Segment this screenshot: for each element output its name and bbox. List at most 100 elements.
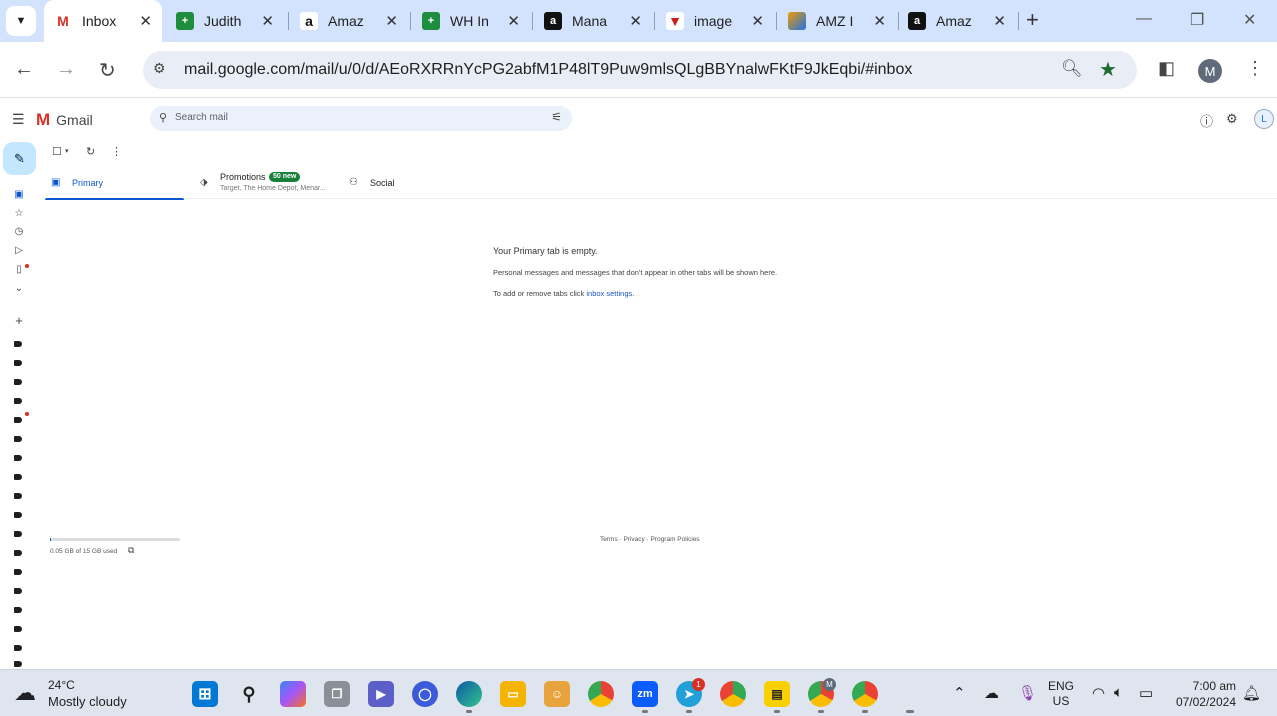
tab-image[interactable]: ▼ image ✕ — [656, 6, 774, 36]
close-icon[interactable]: ✕ — [139, 12, 152, 30]
snoozed-clock-icon[interactable]: ◷ — [13, 226, 25, 238]
cloud-weather-icon[interactable]: ☁ — [14, 680, 36, 706]
label-icon[interactable] — [14, 379, 22, 385]
label-icon[interactable] — [14, 588, 22, 594]
label-icon[interactable] — [14, 607, 22, 613]
close-icon[interactable]: ✕ — [873, 12, 886, 30]
start-icon[interactable]: ⊞ — [192, 681, 218, 707]
close-icon[interactable]: ✕ — [507, 12, 520, 30]
teams-meet-icon[interactable]: ▶ — [368, 681, 394, 707]
tab-inbox[interactable]: M Inbox ✕ — [44, 0, 162, 42]
label-icon[interactable] — [14, 661, 22, 667]
create-label-icon[interactable]: + — [13, 314, 25, 327]
more-chevron-icon[interactable]: ⌄ — [13, 283, 25, 295]
bookmark-star-icon[interactable]: ★ — [1099, 57, 1117, 82]
show-hidden-icons-icon[interactable]: ⌃ — [953, 684, 966, 702]
label-icon[interactable] — [14, 550, 22, 556]
forward-arrow-icon[interactable]: → — [56, 58, 76, 81]
zoom-icon[interactable]: 🔍︎ — [1061, 59, 1083, 79]
label-icon[interactable] — [14, 455, 22, 461]
label-icon[interactable] — [14, 474, 22, 480]
tab-wh-inventory[interactable]: + WH In ✕ — [412, 6, 530, 36]
tab-amazon[interactable]: a Amaz ✕ — [290, 6, 408, 36]
volume-icon[interactable]: 🔈︎ — [1114, 684, 1123, 701]
url-text[interactable]: mail.google.com/mail/u/0/d/AEoRXRRnYcPG2… — [184, 61, 912, 79]
close-icon[interactable]: ✕ — [261, 12, 274, 30]
label-icon[interactable] — [14, 626, 22, 632]
refresh-icon[interactable]: ↻ — [86, 145, 95, 158]
label-icon[interactable] — [14, 531, 22, 537]
microphone-icon[interactable]: 🎙︎ — [1018, 684, 1037, 702]
sticky-notes-icon[interactable]: ▤ — [764, 681, 790, 707]
select-all-checkbox-icon[interactable]: ☐ — [52, 145, 62, 158]
tab-manage[interactable]: a Mana ✕ — [534, 6, 652, 36]
label-icon[interactable] — [14, 398, 22, 404]
new-tab-button[interactable]: + — [1026, 9, 1039, 31]
label-icon[interactable] — [14, 436, 22, 442]
weather-description[interactable]: Mostly cloudy — [48, 694, 127, 709]
label-icon[interactable] — [14, 512, 22, 518]
more-actions-icon[interactable]: ⋮ — [111, 145, 122, 158]
back-arrow-icon[interactable]: ← — [14, 58, 34, 81]
tab-promotions[interactable]: ⬗ Promotions 50 new Target, The Home Dep… — [194, 167, 340, 199]
label-icon[interactable] — [14, 417, 22, 423]
weather-temperature[interactable]: 24°C — [48, 678, 75, 692]
close-icon[interactable]: ✕ — [751, 12, 764, 30]
account-avatar[interactable]: L — [1254, 109, 1274, 129]
label-icon[interactable] — [14, 569, 22, 575]
search-taskbar-icon[interactable]: ⚲ — [236, 681, 262, 707]
tab-social[interactable]: ⚇ Social — [343, 167, 483, 199]
footer-links[interactable]: Terms · Privacy · Program Policies — [600, 536, 700, 543]
gmail-logo[interactable]: M Gmail — [36, 110, 93, 130]
tab-search-button[interactable]: ▼ — [6, 6, 36, 36]
inbox-settings-link[interactable]: inbox settings — [586, 289, 632, 298]
site-settings-icon[interactable]: ⚙ — [153, 60, 173, 80]
select-dropdown-icon[interactable]: ▾ — [65, 147, 69, 155]
game-app-icon[interactable]: ☺ — [544, 681, 570, 707]
file-explorer-icon[interactable]: ▭ — [500, 681, 526, 707]
inbox-icon[interactable]: ▣ — [13, 189, 25, 201]
more-menu-icon[interactable]: ⋮ — [1246, 58, 1264, 79]
signal-app-icon[interactable]: ◯ — [412, 681, 438, 707]
close-icon[interactable]: ✕ — [993, 12, 1006, 30]
label-icon[interactable] — [14, 493, 22, 499]
address-bar[interactable]: ⚙ mail.google.com/mail/u/0/d/AEoRXRRnYcP… — [143, 51, 1137, 89]
wifi-icon[interactable]: ◠ — [1092, 684, 1105, 702]
restore-icon[interactable]: ❐ — [1190, 10, 1204, 30]
hamburger-menu-icon[interactable]: ☰ — [12, 111, 25, 128]
sent-icon[interactable]: ▷ — [13, 245, 25, 257]
close-icon[interactable]: ✕ — [385, 12, 398, 30]
battery-icon[interactable]: ▭ — [1139, 684, 1153, 702]
minimize-icon[interactable]: — — [1136, 10, 1152, 28]
chrome-canary-icon[interactable] — [720, 681, 746, 707]
search-icon[interactable]: ⚲ — [159, 111, 167, 124]
search-input[interactable]: ⚲ Search mail ⚟ — [150, 106, 572, 131]
chrome-profile-2-icon[interactable] — [852, 681, 878, 707]
label-icon[interactable] — [14, 360, 22, 366]
open-storage-icon[interactable]: ⧉ — [128, 545, 134, 556]
tab-amazon-2[interactable]: a Amaz ✕ — [898, 6, 1016, 36]
tab-amz-tool[interactable]: AMZ I ✕ — [778, 6, 896, 36]
close-icon[interactable]: ✕ — [629, 12, 642, 30]
copilot-icon[interactable] — [280, 681, 306, 707]
label-icon[interactable] — [14, 341, 22, 347]
tab-primary[interactable]: ▣ Primary — [45, 167, 184, 200]
window-close-icon[interactable]: ✕ — [1243, 10, 1256, 30]
zoom-app-icon[interactable]: zm — [632, 681, 658, 707]
compose-button[interactable]: ✎ — [3, 142, 36, 175]
task-view-icon[interactable]: ❐ — [324, 681, 350, 707]
profile-avatar[interactable]: M — [1198, 59, 1222, 83]
side-panel-icon[interactable]: ◧ — [1158, 58, 1175, 79]
help-icon[interactable]: ⓘ — [1200, 111, 1213, 130]
tab-judith[interactable]: + Judith ✕ — [166, 6, 284, 36]
edge-icon[interactable] — [456, 681, 482, 707]
starred-icon[interactable]: ☆ — [13, 208, 25, 220]
label-icon[interactable] — [14, 645, 22, 651]
reload-icon[interactable]: ↻ — [99, 58, 116, 83]
drafts-icon[interactable]: ▯ — [13, 264, 25, 276]
notification-bell-icon[interactable]: 🔔︎ — [1242, 684, 1261, 702]
input-language[interactable]: ENG US — [1048, 679, 1074, 709]
clock[interactable]: 7:00 am 07/02/2024 — [1172, 678, 1236, 710]
chrome-icon[interactable] — [588, 681, 614, 707]
search-options-icon[interactable]: ⚟ — [551, 110, 562, 124]
